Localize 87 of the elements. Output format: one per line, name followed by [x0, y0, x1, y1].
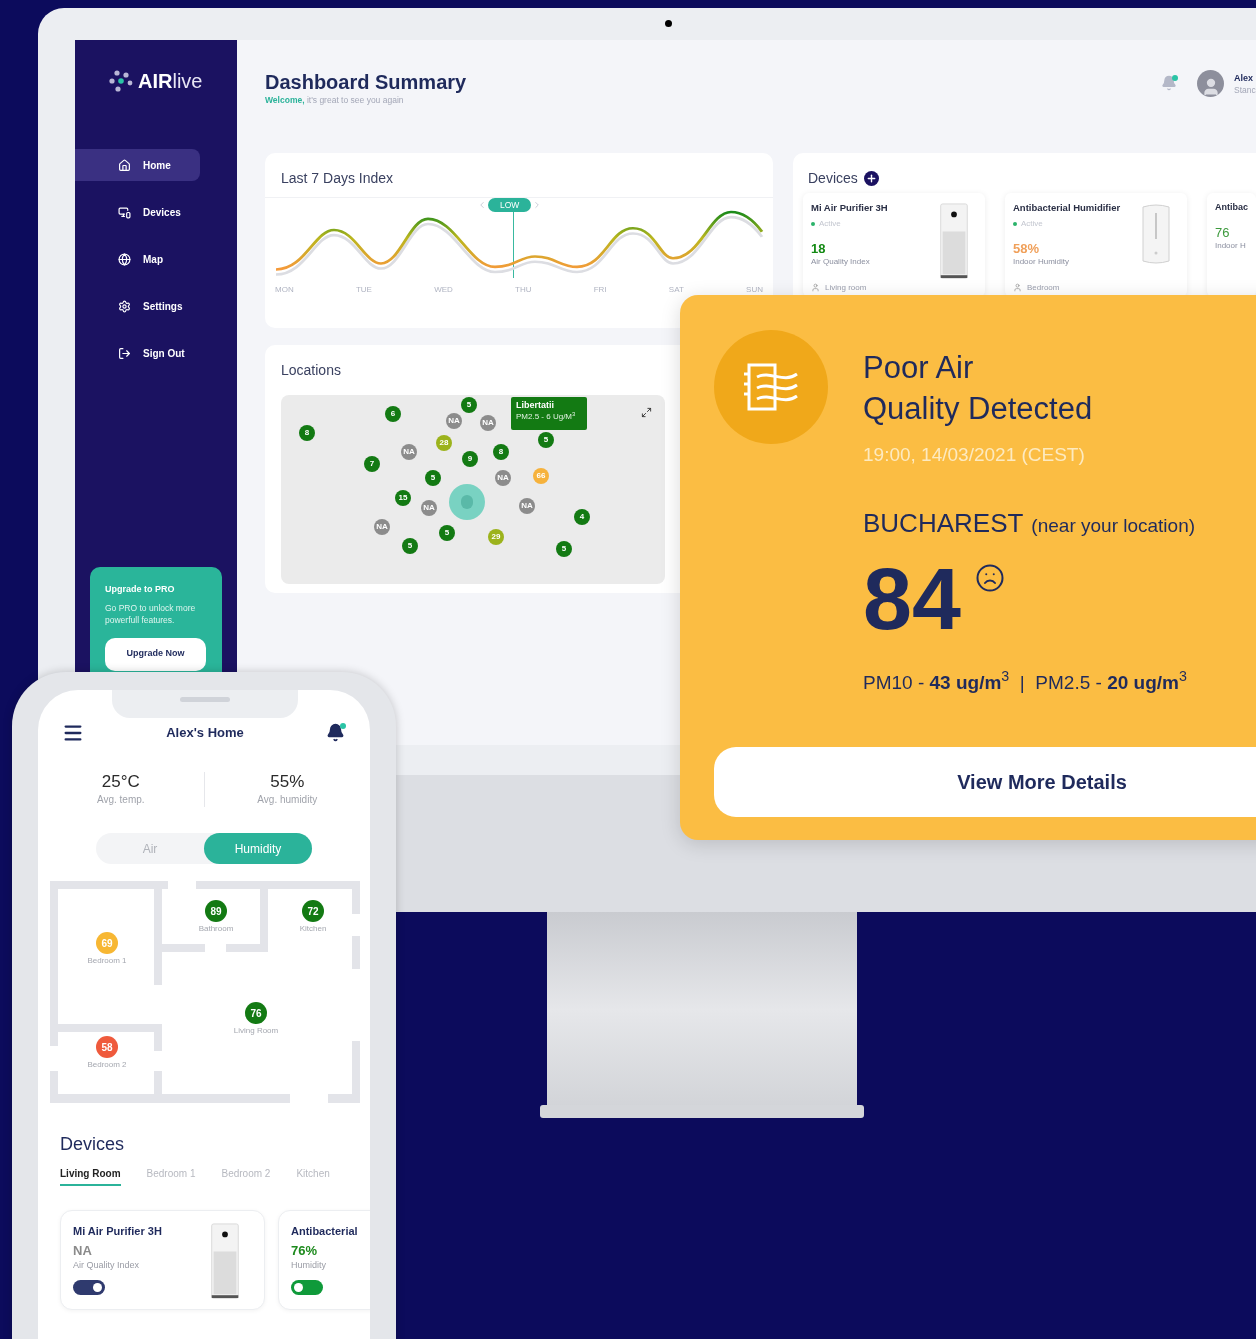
room-marker[interactable]: 76	[245, 1002, 267, 1024]
device-metric: Indoor H	[1215, 240, 1247, 253]
pm-readings: PM10 - 43 ug/m$^{3}$ | PM2.5 - 20 ug/m$^{3}$	[863, 668, 1188, 695]
tooltip-text: PM2.5 - 6 Ug/M$^{3}$	[516, 410, 577, 423]
day-label: TUE	[355, 283, 372, 296]
user-role: Stanc	[1234, 83, 1256, 96]
alert-title: Poor Air Quality Detected	[863, 349, 1094, 428]
room-marker[interactable]: 89	[205, 900, 227, 922]
welcome-text: Welcome, it's great to see you again	[265, 94, 405, 107]
user-name: Alex	[1234, 71, 1254, 84]
add-device-icon[interactable]	[863, 170, 879, 186]
device-value: NA	[73, 1242, 93, 1259]
alert-time: 19:00, 14/03/2021 (CEST)	[863, 443, 1086, 467]
person-icon	[1013, 283, 1022, 293]
nav-icon	[118, 205, 131, 219]
day-marker-line	[513, 211, 514, 278]
view-details-button[interactable]: View More Details	[714, 747, 1256, 817]
room-tab[interactable]: Living Room	[60, 1166, 121, 1186]
device-location: Living room	[825, 281, 867, 294]
day-label: FRI	[593, 283, 607, 296]
nav-item[interactable]: Settings	[75, 290, 200, 322]
room-label: Bedroom 2	[87, 1059, 127, 1071]
air-filter-icon	[743, 362, 799, 412]
phone-device-card[interactable]: Mi Air Purifier 3H NA Air Quality Index	[60, 1210, 265, 1310]
device-name: Mi Air Purifier 3H	[811, 200, 888, 215]
nav-icon	[118, 158, 131, 172]
day-label: MON	[275, 283, 294, 296]
room-marker[interactable]: 72	[302, 900, 324, 922]
upgrade-text: Go PRO to unlock more powerfull features.	[105, 601, 197, 626]
upgrade-title: Upgrade to PRO	[105, 583, 176, 596]
day-label: SUN	[746, 283, 763, 296]
nav-item[interactable]: Devices	[75, 196, 200, 228]
devices-title: Devices	[808, 168, 858, 188]
stat-label: Avg. temp.	[96, 793, 145, 807]
phone-device-card[interactable]: Antibacterial 76% Humidity	[278, 1210, 370, 1310]
nav-item[interactable]: Sign Out	[75, 337, 200, 369]
phone-title: Alex's Home	[166, 724, 244, 743]
stat-value: 55%	[270, 772, 305, 792]
day-label: WED	[434, 283, 453, 296]
device-name: Antibac	[1215, 200, 1248, 214]
stat-label: Avg. humidity	[257, 793, 318, 807]
device-metric: Air Quality Index	[811, 256, 871, 268]
device-metric: Humidity	[291, 1258, 327, 1272]
logo-icon	[109, 70, 133, 92]
day-label: THU	[515, 283, 532, 296]
nav-icon	[118, 299, 131, 313]
tooltip-title: Libertatii	[516, 399, 555, 411]
city-name: BUCHAREST	[863, 506, 1024, 540]
room-label: Living Room	[233, 1025, 279, 1037]
notification-bell-icon[interactable]	[326, 723, 346, 743]
device-toggle[interactable]	[291, 1280, 323, 1295]
device-card[interactable]: Antibac 76 Indoor H	[1207, 192, 1256, 297]
room-label: Bathroom	[198, 923, 234, 935]
expand-icon[interactable]	[641, 406, 652, 418]
locations-title: Locations	[281, 360, 342, 380]
page-title: Dashboard Summary	[265, 70, 467, 94]
nav-item[interactable]: Map	[75, 243, 200, 275]
device-name: Antibacterial	[291, 1224, 358, 1239]
device-metric: Air Quality Index	[73, 1258, 141, 1272]
device-value: 76	[1215, 226, 1231, 241]
device-value: 76%	[291, 1242, 319, 1259]
chart-title: Last 7 Days Index	[265, 152, 773, 198]
device-metric: Indoor Humidity	[1013, 256, 1071, 268]
frown-icon	[974, 562, 1005, 593]
nav-icon	[118, 252, 131, 266]
room-label: Kitchen	[299, 923, 327, 935]
device-location: Bedroom	[1027, 281, 1060, 294]
device-value: 58%	[1013, 242, 1041, 256]
humidifier-picture	[1141, 202, 1171, 265]
menu-icon[interactable]	[62, 722, 84, 744]
logo-text: AIRlive	[138, 71, 203, 91]
room-marker[interactable]: 58	[96, 1036, 118, 1058]
device-value: 18	[811, 242, 827, 256]
room-label: Bedroom 1	[87, 955, 127, 967]
phone-devices-title: Devices	[60, 1133, 126, 1156]
air-quality-value: 84	[863, 552, 961, 645]
device-name: Mi Air Purifier 3H	[73, 1224, 162, 1239]
stat-value: 25°C	[101, 772, 140, 792]
person-icon	[811, 283, 820, 293]
device-toggle[interactable]	[73, 1280, 105, 1295]
avatar[interactable]	[1197, 70, 1224, 97]
nav-icon	[118, 346, 131, 360]
city-note: (near your location)	[1031, 513, 1196, 538]
nav-item[interactable]: Home	[75, 149, 200, 181]
upgrade-button[interactable]: Upgrade Now	[105, 637, 206, 671]
day-label: SAT	[668, 283, 684, 296]
device-name: Antibacterial Humidifier	[1013, 200, 1121, 215]
